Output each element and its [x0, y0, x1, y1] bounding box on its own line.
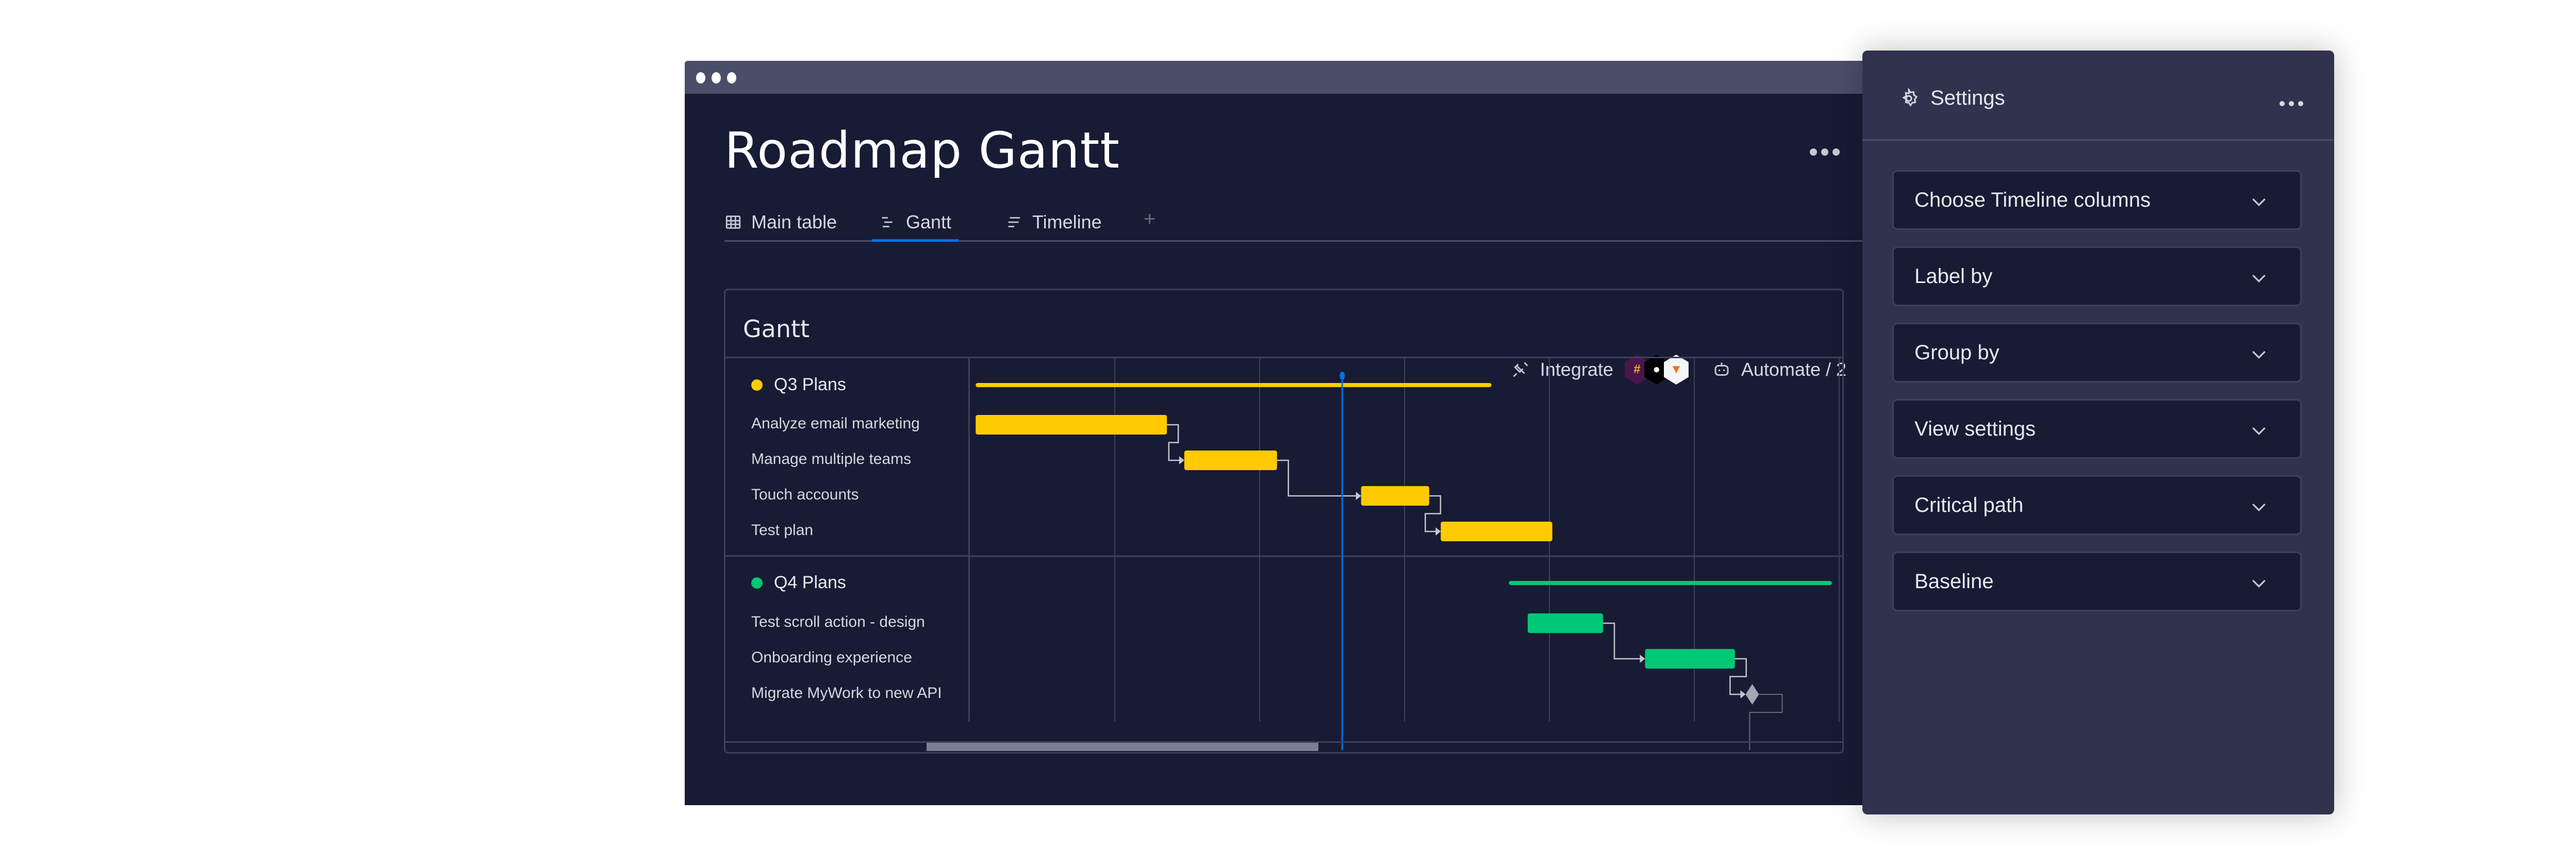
dependency-line: [1603, 622, 1641, 660]
settings-more-button[interactable]: [2280, 101, 2303, 106]
task-bar: [1184, 451, 1277, 470]
chevron-down-icon: [2252, 579, 2266, 588]
group-name: Q3 Plans: [774, 375, 846, 394]
tab-main-table[interactable]: Main table: [724, 211, 837, 233]
task-row[interactable]: Manage multiple teams: [751, 451, 911, 468]
dependency-arrow-icon: [1356, 492, 1361, 500]
tab-timeline[interactable]: Timeline: [1005, 211, 1102, 233]
tab-label: Gantt: [906, 211, 952, 232]
window-titlebar: [685, 61, 1871, 94]
window-dot-icon: [696, 72, 705, 84]
settings-section-view-settings[interactable]: View settings: [1892, 399, 2302, 459]
chevron-down-icon: [2252, 198, 2266, 207]
task-row[interactable]: Test plan: [751, 522, 813, 539]
group-name: Q4 Plans: [774, 573, 846, 592]
milestone-marker: [1745, 684, 1759, 705]
settings-section-critical-path[interactable]: Critical path: [1892, 475, 2302, 535]
settings-header: Settings: [1862, 51, 2334, 141]
task-bar: [976, 415, 1167, 435]
group-header-q3[interactable]: Q3 Plans: [751, 375, 846, 395]
today-marker-icon: [1340, 372, 1345, 380]
gantt-chart: [970, 358, 1842, 750]
gantt-title: Gantt: [743, 315, 810, 343]
settings-section-choose-timeline-columns[interactable]: Choose Timeline columns: [1892, 170, 2302, 230]
task-row[interactable]: Analyze email marketing: [751, 415, 920, 432]
window-dot-icon: [712, 72, 721, 84]
table-icon: [725, 215, 741, 229]
dependency-arrow-icon: [1179, 456, 1184, 464]
group-color-dot-icon: [751, 577, 763, 589]
gear-icon: [1902, 88, 1918, 107]
group-summary-bar: [1509, 581, 1832, 585]
dependency-line: [1167, 424, 1180, 461]
dependency-arrow-icon: [1740, 690, 1746, 698]
window-dot-icon: [727, 72, 736, 84]
horizontal-scrollbar[interactable]: [725, 741, 1842, 752]
dependency-arrow-icon: [1640, 655, 1645, 663]
section-label: Critical path: [1914, 493, 2024, 517]
section-label: Label by: [1914, 264, 1993, 288]
settings-section-group-by[interactable]: Group by: [1892, 323, 2302, 382]
app-window: Roadmap Gantt Main table Gantt Timeline …: [685, 61, 1871, 805]
tab-label: Main table: [751, 211, 837, 232]
timeline-icon: [1008, 217, 1020, 227]
task-row[interactable]: Migrate MyWork to new API: [751, 685, 942, 702]
page-title: Roadmap Gantt: [724, 122, 1120, 179]
more-horizontal-icon: [2280, 101, 2285, 106]
chevron-down-icon: [2252, 503, 2266, 512]
group-header-q4[interactable]: Q4 Plans: [751, 573, 846, 593]
task-row[interactable]: Test scroll action - design: [751, 613, 925, 631]
dependency-line: [1277, 459, 1357, 497]
group-divider: [725, 555, 968, 557]
settings-title: Settings: [1930, 87, 2005, 109]
settings-section-label-by[interactable]: Label by: [1892, 246, 2302, 306]
scrollbar-thumb[interactable]: [927, 743, 1318, 751]
settings-section-baseline[interactable]: Baseline: [1892, 552, 2302, 611]
section-label: Baseline: [1914, 570, 1994, 593]
chevron-down-icon: [2252, 274, 2266, 283]
more-horizontal-icon: [1810, 148, 1817, 156]
dependency-arrow-icon: [1435, 527, 1441, 536]
task-row[interactable]: Onboarding experience: [751, 649, 912, 667]
task-bar: [1441, 522, 1553, 541]
task-bar: [1527, 613, 1603, 633]
gantt-label-column: Q3 Plans Analyze email marketing Manage …: [725, 358, 970, 722]
task-bar: [1645, 649, 1735, 669]
group-color-dot-icon: [751, 379, 763, 391]
settings-panel: Settings Choose Timeline columns Label by…: [1862, 51, 2334, 814]
task-row[interactable]: Touch accounts: [751, 486, 858, 504]
task-bar: [1361, 486, 1429, 506]
gantt-widget: Gantt Q3 Plans Analyze email marketing M…: [724, 289, 1844, 754]
section-label: Choose Timeline columns: [1914, 188, 2151, 211]
group-summary-bar: [976, 383, 1492, 387]
tab-gantt[interactable]: Gantt: [871, 211, 959, 242]
view-tabs: Main table Gantt Timeline Integrate # ● …: [724, 205, 1867, 385]
section-label: View settings: [1914, 417, 2036, 440]
chevron-down-icon: [2252, 351, 2266, 359]
tab-label: Timeline: [1032, 211, 1102, 232]
gantt-icon: [882, 217, 893, 227]
add-view-button[interactable]: +: [1144, 208, 1155, 231]
section-label: Group by: [1914, 341, 2000, 364]
more-options-button[interactable]: [1810, 148, 1840, 156]
chevron-down-icon: [2252, 427, 2266, 436]
